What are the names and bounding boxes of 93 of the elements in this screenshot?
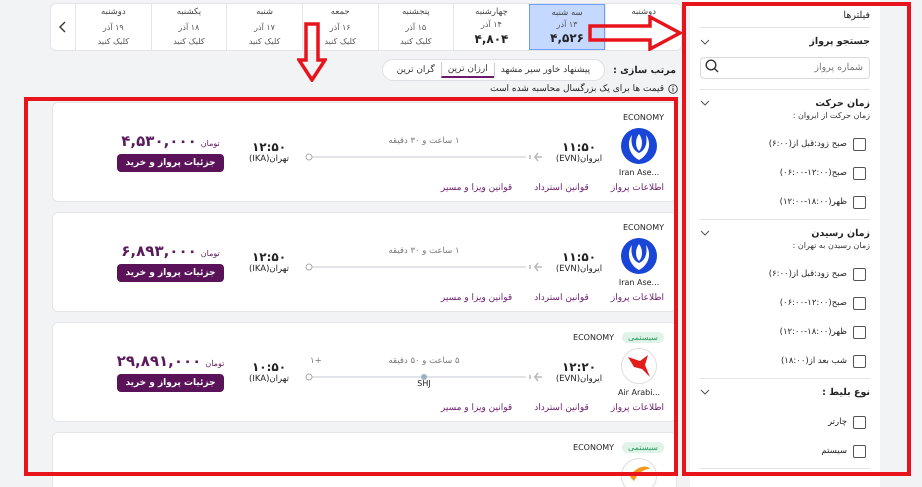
- cabin-class: ECONOMY: [573, 442, 614, 452]
- checkbox[interactable]: [853, 444, 866, 458]
- sort-option[interactable]: پیشنهاد خاور سیر مشهد: [494, 63, 596, 77]
- flight-number-search-field[interactable]: شماره پرواز: [700, 56, 870, 78]
- option-label: ظهر(۱۸:۰۰-۱۲:۰۰): [780, 197, 847, 207]
- departure-time: ۱۱:۵۰: [562, 250, 596, 264]
- cabin-class: ECONOMY: [622, 222, 664, 232]
- currency-label: تومان: [205, 359, 224, 368]
- date-tab[interactable]: چهارشنبه ۱۴ آذر ۴,۸۰۴: [453, 4, 529, 50]
- section-title: جستجو پرواز: [809, 36, 870, 47]
- arrival-airport: تهران(IKA): [249, 264, 289, 274]
- section-title: زمان حرکت: [815, 98, 870, 108]
- info-link[interactable]: قوانین استرداد: [534, 403, 589, 413]
- price-note: قیمت ها برای یک بزرگسال محاسبه شده است: [490, 84, 664, 94]
- flight-duration: ۵ ساعت و ۵۰ دقیقه: [388, 356, 460, 366]
- section-title: نوع بلیط :: [822, 386, 870, 398]
- info-link[interactable]: قوانین استرداد: [534, 183, 589, 193]
- checkbox[interactable]: [853, 296, 866, 310]
- ticket-price: ۴,۵۳۰,۰۰۰: [121, 132, 197, 150]
- arrival-time: ۱۰:۵۰: [252, 360, 286, 374]
- info-link[interactable]: قوانین استرداد: [534, 293, 589, 303]
- section-title: زمان رسیدن: [811, 228, 870, 238]
- option-label: صبح زود:قبل از(۶:۰۰): [768, 139, 847, 149]
- date-tab[interactable]: پنجشنبه ۱۵ آذر کلیک کنید: [378, 4, 454, 50]
- departure-airport: ایروان(EVN): [556, 264, 602, 274]
- arrival-time: ۱۲:۵۰: [252, 250, 286, 264]
- chevron-down-icon[interactable]: [700, 100, 710, 106]
- flight-duration: ۱ ساعت و ۳۰ دقیقه: [388, 246, 460, 256]
- option-label: چارتر: [828, 417, 847, 427]
- chevron-down-icon[interactable]: [700, 230, 710, 236]
- next-day-marker: +۱: [310, 356, 322, 366]
- checkbox[interactable]: [853, 416, 866, 428]
- option-label: ظهر(۱۸:۰۰-۱۲:۰۰): [780, 327, 847, 337]
- flight-duration: ۱ ساعت و ۳۰ دقیقه: [388, 136, 460, 146]
- checkbox[interactable]: [853, 166, 866, 180]
- info-icon: [668, 84, 678, 94]
- bird-logo-icon: [620, 237, 658, 275]
- departure-airport: ایروان(EVN): [556, 154, 602, 164]
- airline-name: Iran Ase...: [618, 168, 660, 177]
- option-label: صبح(۱۲:۰۰-۰۶:۰۰): [780, 298, 847, 308]
- stopover-code: SHJ: [416, 379, 432, 388]
- currency-label: تومان: [200, 139, 220, 148]
- info-link[interactable]: قوانین ویزا و مسیر: [440, 403, 512, 413]
- chevron-down-icon[interactable]: [700, 38, 710, 44]
- option-label: صبح زود:قبل از(۶:۰۰): [768, 269, 847, 279]
- departure-time: ۱۱:۵۰: [562, 140, 596, 154]
- info-link[interactable]: قوانین ویزا و مسیر: [440, 183, 512, 193]
- details-and-buy-button[interactable]: جزئیات پرواز و خرید: [117, 374, 224, 392]
- checkbox[interactable]: [853, 138, 866, 150]
- details-and-buy-button[interactable]: جزئیات پرواز و خرید: [117, 264, 224, 282]
- currency-label: تومان: [200, 249, 220, 258]
- chevron-left-icon[interactable]: [59, 21, 67, 33]
- filters-title: فیلترها: [700, 0, 870, 28]
- airline-name: Iran Ase...: [618, 278, 660, 287]
- sort-option[interactable]: گران ترین: [390, 63, 441, 77]
- ticket-price: ۶,۸۹۳,۰۰۰: [121, 242, 197, 260]
- info-link[interactable]: اطلاعات پرواز: [610, 183, 664, 193]
- checkbox[interactable]: [853, 196, 866, 208]
- details-and-buy-button[interactable]: جزئیات پرواز و خرید: [117, 154, 224, 172]
- departure-airport: ایروان(EVN): [556, 374, 602, 384]
- info-link[interactable]: اطلاعات پرواز: [610, 293, 664, 303]
- search-icon[interactable]: [705, 59, 719, 73]
- date-tab[interactable]: شنبه ۱۷ آذر کلیک کنید: [226, 4, 302, 50]
- arrival-time: ۱۲:۵۰: [252, 140, 286, 154]
- option-label: شب بعد از(۱۸:۰۰): [780, 356, 847, 366]
- info-link[interactable]: قوانین ویزا و مسیر: [440, 293, 512, 303]
- info-link[interactable]: اطلاعات پرواز: [610, 403, 664, 413]
- sort-label: مرتب سازی :: [613, 64, 676, 76]
- date-tab[interactable]: جمعه ۱۶ آذر کلیک کنید: [302, 4, 378, 50]
- date-tab[interactable]: دوشنبه ۱۹ آذر کلیک کنید: [75, 4, 151, 50]
- date-tab[interactable]: یکشنبه ۱۸ آذر کلیک کنید: [150, 4, 226, 50]
- checkbox[interactable]: [853, 354, 866, 368]
- cabin-class: ECONOMY: [573, 332, 614, 342]
- date-tab[interactable]: سه شنبه ۱۳ آذر ۴,۵۲۶: [528, 4, 606, 50]
- ticket-type-badge: سیستمی: [622, 442, 664, 452]
- sort-option[interactable]: ارزان ترین: [440, 62, 494, 78]
- bird-logo-icon: [620, 347, 658, 385]
- cabin-class: ECONOMY: [622, 112, 664, 122]
- down-arrow-annotation: [297, 22, 327, 82]
- section-subtitle: زمان رسیدن به تهران :: [792, 240, 870, 250]
- option-label: صبح(۱۲:۰۰-۰۶:۰۰): [780, 168, 847, 178]
- airline-name: Air Arabi...: [618, 388, 660, 397]
- checkbox[interactable]: [853, 268, 866, 280]
- bird-logo-icon: [620, 127, 658, 165]
- chevron-down-icon[interactable]: [700, 389, 710, 395]
- ticket-type-badge: سیستمی: [622, 332, 664, 342]
- departure-time: ۱۲:۲۰: [562, 360, 596, 374]
- ticket-price: ۲۹,۸۹۱,۰۰۰: [116, 352, 202, 370]
- arrival-airport: تهران(IKA): [249, 374, 289, 384]
- section-subtitle: زمان حرکت از ایروان :: [792, 110, 870, 120]
- arrival-airport: تهران(IKA): [249, 154, 289, 164]
- checkbox[interactable]: [853, 326, 866, 338]
- option-label: سیستم: [822, 446, 847, 456]
